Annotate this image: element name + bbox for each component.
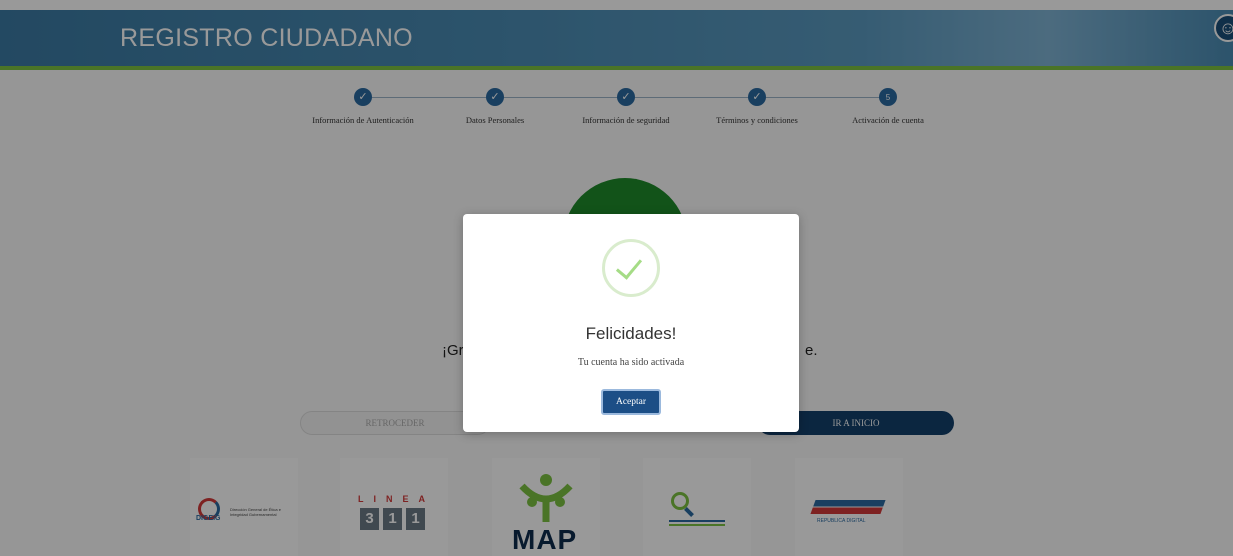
success-check-icon [602, 239, 660, 297]
modal-title: Felicidades! [585, 324, 677, 343]
modal-message: Tu cuenta ha sido activada [577, 357, 685, 368]
accept-button[interactable]: Aceptar [601, 389, 661, 415]
check-mark [615, 252, 643, 280]
app-root: REGISTRO CIUDADANO ☺ ✓ Información de Au… [0, 0, 1233, 556]
success-modal: Felicidades! Tu cuenta ha sido activada … [463, 214, 799, 432]
